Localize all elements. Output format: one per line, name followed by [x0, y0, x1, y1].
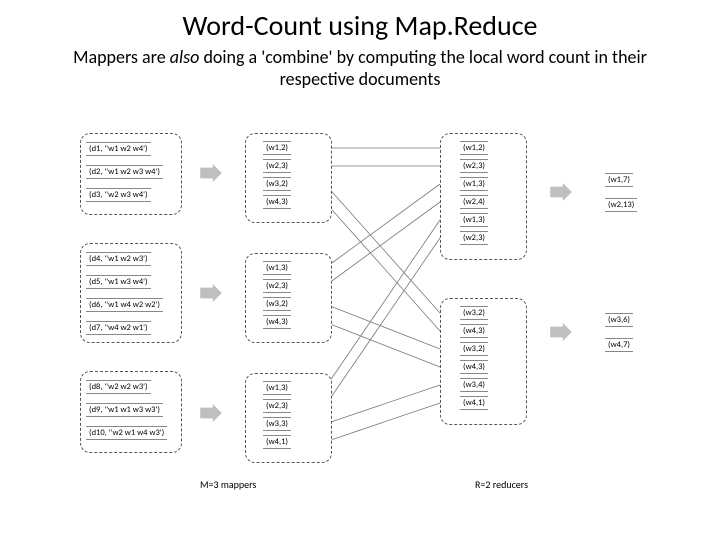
combine-item: (w2,3)	[263, 159, 291, 173]
output-item: (w2,13)	[605, 198, 637, 212]
combine-item: (w1,3)	[263, 261, 291, 275]
reduce-in-item: (w1,3)	[460, 213, 488, 227]
subtitle-text-2: doing a 'combine' by computing the local…	[199, 46, 647, 90]
output-item: (w3,6)	[605, 313, 633, 327]
reduce-in-item: (w1,2)	[460, 141, 488, 155]
reduce-in-item: (w3,4)	[460, 378, 488, 392]
input-item: (d1, ''w1 w2 w4')	[86, 142, 151, 156]
reducers-label: R=2 reducers	[475, 478, 528, 491]
combine-item: (w3,2)	[263, 177, 291, 191]
subtitle-text: Mappers are	[73, 46, 170, 68]
input-item: (d7, ''w4 w2 w1')	[86, 321, 151, 335]
mappers-label: M=3 mappers	[200, 478, 256, 491]
combine-item: (w1,3)	[263, 381, 291, 395]
combine-item: (w4,1)	[263, 435, 291, 449]
reduce-in-item: (w1,3)	[460, 177, 488, 191]
combine-item: (w4,3)	[263, 315, 291, 329]
reduce-in-item: (w2,3)	[460, 231, 488, 245]
page-title: Word-Count using Map.Reduce	[0, 8, 720, 43]
arrow-icon	[200, 164, 222, 182]
page-subtitle: Mappers are also doing a 'combine' by co…	[40, 47, 680, 90]
combine-item: (w3,3)	[263, 417, 291, 431]
arrow-icon	[200, 404, 222, 422]
arrow-icon	[550, 323, 572, 341]
reduce-in-item: (w4,3)	[460, 360, 488, 374]
input-item: (d5, ''w1 w3 w4')	[86, 275, 151, 289]
mapreduce-diagram: (d1, ''w1 w2 w4') (d2, ''w1 w2 w3 w4') (…	[0, 118, 720, 538]
combine-item: (w4,3)	[263, 195, 291, 209]
input-item: (d9, ''w1 w1 w3 w3')	[86, 403, 163, 417]
combine-item: (w2,3)	[263, 399, 291, 413]
reduce-in-item: (w2,4)	[460, 195, 488, 209]
reduce-in-item: (w3,2)	[460, 306, 488, 320]
input-item: (d8, ''w2 w2 w3')	[86, 380, 151, 394]
combine-item: (w3,2)	[263, 297, 291, 311]
reduce-in-item: (w2,3)	[460, 159, 488, 173]
input-item: (d6, ''w1 w4 w2 w2')	[86, 298, 163, 312]
reduce-in-item: (w4,3)	[460, 324, 488, 338]
reduce-in-item: (w3,2)	[460, 342, 488, 356]
input-item: (d3, ''w2 w3 w4')	[86, 188, 151, 202]
combine-item: (w1,2)	[263, 141, 291, 155]
input-item: (d10, ''w2 w1 w4 w3')	[86, 426, 167, 440]
arrow-icon	[550, 183, 572, 201]
output-item: (w4,7)	[605, 338, 633, 352]
arrow-icon	[200, 284, 222, 302]
input-item: (d4, ''w1 w2 w3')	[86, 252, 151, 266]
reduce-in-item: (w4,1)	[460, 396, 488, 410]
combine-item: (w2,3)	[263, 279, 291, 293]
subtitle-italic: also	[170, 46, 200, 68]
output-item: (w1,7)	[605, 173, 633, 187]
input-item: (d2, ''w1 w2 w3 w4')	[86, 165, 163, 179]
